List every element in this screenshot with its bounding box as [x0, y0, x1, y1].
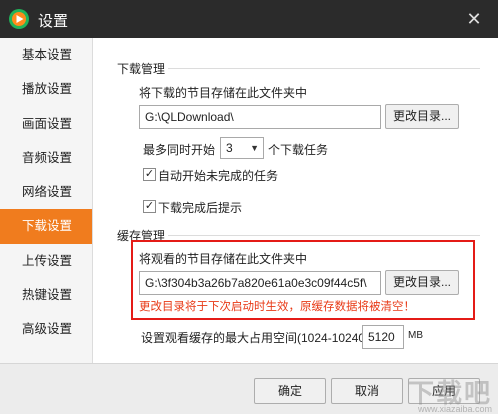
- notify-checkbox[interactable]: ✓: [143, 200, 156, 213]
- chevron-down-icon: ▼: [250, 143, 259, 153]
- max-space-label: 设置观看缓存的最大占用空间(1024-10240): [141, 331, 370, 345]
- auto-start-label: 自动开始未完成的任务: [158, 169, 279, 183]
- cache-folder-input[interactable]: G:\3f304b3a26b7a820e61a0e3c09f44c5f\: [139, 271, 381, 295]
- sidebar-item-network[interactable]: 网络设置: [0, 175, 92, 209]
- cache-divider: [168, 235, 480, 236]
- sidebar-item-download[interactable]: 下载设置: [0, 209, 92, 244]
- check-icon: ✓: [144, 200, 155, 212]
- download-folder-label: 将下载的节目存储在此文件夹中: [139, 86, 308, 100]
- download-section-title: 下载管理: [117, 62, 166, 76]
- ok-button[interactable]: 确定: [254, 378, 326, 404]
- max-concurrent-prefix: 最多同时开始: [143, 143, 216, 157]
- download-divider: [168, 68, 480, 69]
- cache-folder-label: 将观看的节目存储在此文件夹中: [139, 252, 308, 266]
- sidebar-item-hotkeys[interactable]: 热键设置: [0, 278, 92, 312]
- sidebar-item-audio[interactable]: 音频设置: [0, 141, 92, 175]
- sidebar-item-playback[interactable]: 播放设置: [0, 72, 92, 106]
- dialog-footer: 确定 取消 应用 下载吧 www.xiazaiba.com: [0, 363, 498, 414]
- close-icon[interactable]: ✕: [464, 9, 484, 29]
- window-title: 设置: [38, 13, 69, 30]
- max-concurrent-select[interactable]: 3 ▼: [220, 137, 264, 159]
- download-change-dir-button[interactable]: 更改目录...: [385, 104, 459, 129]
- app-logo-icon: [9, 9, 29, 29]
- max-space-unit: MB: [408, 330, 423, 341]
- sidebar-item-upload[interactable]: 上传设置: [0, 244, 92, 278]
- sidebar-item-advanced[interactable]: 高级设置: [0, 312, 92, 346]
- max-space-input[interactable]: 5120: [362, 325, 404, 349]
- max-concurrent-suffix: 个下载任务: [268, 143, 329, 157]
- cache-change-dir-button[interactable]: 更改目录...: [385, 270, 459, 295]
- sidebar-item-picture[interactable]: 画面设置: [0, 107, 92, 141]
- watermark-url: www.xiazaiba.com: [417, 404, 492, 414]
- cancel-button[interactable]: 取消: [331, 378, 403, 404]
- download-folder-input[interactable]: G:\QLDownload\: [139, 105, 381, 129]
- settings-sidebar: 基本设置 播放设置 画面设置 音频设置 网络设置 下载设置 上传设置 热键设置 …: [0, 38, 93, 363]
- auto-start-checkbox[interactable]: ✓: [143, 168, 156, 181]
- cache-warning-text: 更改目录将于下次启动时生效，原缓存数据将被清空！: [139, 301, 415, 313]
- check-icon: ✓: [144, 168, 155, 180]
- sidebar-item-basic[interactable]: 基本设置: [0, 38, 92, 72]
- max-concurrent-value: 3: [226, 141, 233, 155]
- title-bar: 设置 ✕: [0, 0, 498, 38]
- notify-label: 下载完成后提示: [158, 201, 243, 215]
